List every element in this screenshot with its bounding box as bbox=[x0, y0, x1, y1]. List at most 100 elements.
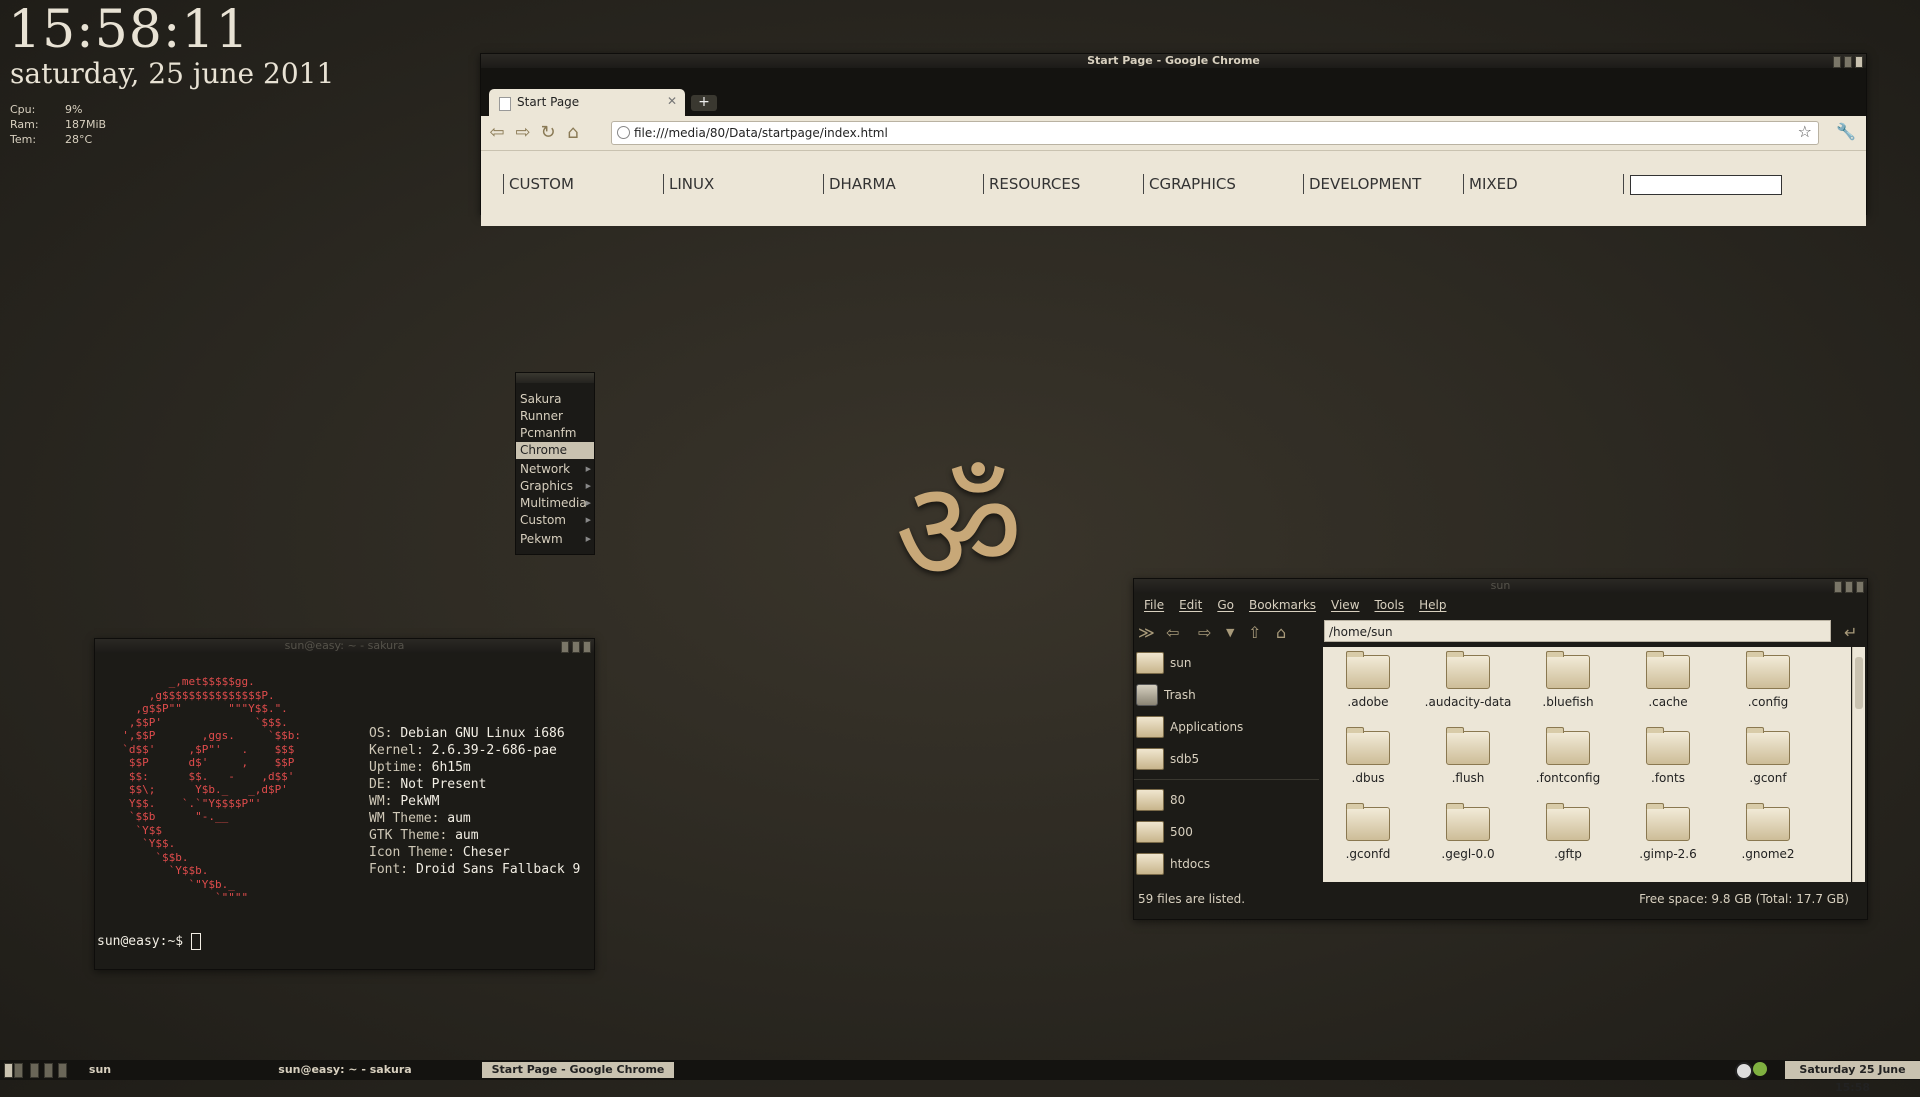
new-tab-button[interactable]: + bbox=[691, 95, 717, 111]
file-item[interactable]: .adobe bbox=[1323, 647, 1413, 717]
fm-titlebar[interactable]: sun bbox=[1134, 579, 1867, 593]
menu-view[interactable]: View bbox=[1331, 598, 1359, 612]
close-button[interactable] bbox=[1855, 56, 1863, 68]
minimize-button[interactable] bbox=[561, 641, 569, 653]
task-sun[interactable]: sun bbox=[70, 1062, 130, 1078]
search-input[interactable] bbox=[1630, 175, 1782, 195]
nav-link-dharma[interactable]: DHARMA bbox=[823, 174, 896, 194]
network-tray-icon[interactable] bbox=[1753, 1062, 1767, 1076]
shell-prompt[interactable]: sun@easy:~$ bbox=[97, 933, 201, 950]
reload-icon[interactable]: ↻ bbox=[538, 123, 558, 143]
nav-link-resources[interactable]: RESOURCES bbox=[983, 174, 1080, 194]
file-item[interactable]: .fonts bbox=[1623, 723, 1713, 793]
menu-item-network[interactable]: Network ▶ bbox=[516, 461, 594, 478]
nav-link-cgraphics[interactable]: CGRAPHICS bbox=[1143, 174, 1236, 194]
menu-edit[interactable]: Edit bbox=[1179, 598, 1202, 612]
menu-item-chrome[interactable]: Chrome bbox=[516, 442, 594, 459]
path-bar[interactable]: /home/sun bbox=[1324, 620, 1831, 642]
scrollbar-thumb[interactable] bbox=[1855, 657, 1863, 709]
file-label: .dbus bbox=[1351, 771, 1385, 785]
file-item[interactable]: .gimp-2.6 bbox=[1623, 799, 1713, 869]
menu-help[interactable]: Help bbox=[1419, 598, 1446, 612]
workspace-3[interactable] bbox=[30, 1063, 39, 1078]
place-trash[interactable]: Trash bbox=[1134, 679, 1319, 711]
file-item[interactable]: .gegl-0.0 bbox=[1423, 799, 1513, 869]
place-applications[interactable]: Applications bbox=[1134, 711, 1319, 743]
menu-item-multimedia[interactable]: Multimedia ▶ bbox=[516, 495, 594, 512]
menu-label-custom: Custom bbox=[520, 513, 566, 527]
menu-item-runner[interactable]: Runner bbox=[516, 408, 594, 425]
maximize-button[interactable] bbox=[1844, 56, 1852, 68]
menu-item-sakura[interactable]: Sakura bbox=[516, 391, 594, 408]
bookmark-500[interactable]: 500 bbox=[1134, 816, 1319, 848]
back-icon[interactable]: ⇦ bbox=[1166, 623, 1179, 642]
conky-stats: Cpu: 9% Ram: 187MiB Tem: 28°C bbox=[10, 102, 106, 147]
tab-label: Start Page bbox=[517, 95, 580, 109]
minimize-button[interactable] bbox=[1833, 56, 1841, 68]
up-icon[interactable]: ⇧ bbox=[1248, 623, 1261, 642]
menu-file[interactable]: File bbox=[1144, 598, 1164, 612]
bookmark-htdocs[interactable]: htdocs bbox=[1134, 848, 1319, 880]
menu-item-pcmanfm[interactable]: Pcmanfm bbox=[516, 425, 594, 442]
back-icon[interactable]: ⇦ bbox=[487, 123, 507, 143]
file-item[interactable]: .bluefish bbox=[1523, 647, 1613, 717]
menu-bookmarks[interactable]: Bookmarks bbox=[1249, 598, 1316, 612]
place-sdb5[interactable]: sdb5 bbox=[1134, 743, 1319, 775]
close-button[interactable] bbox=[1856, 581, 1864, 593]
file-item[interactable]: .dbus bbox=[1323, 723, 1413, 793]
file-item[interactable]: .audacity-data bbox=[1423, 647, 1513, 717]
info-label: OS: bbox=[369, 726, 401, 741]
wrench-icon[interactable]: 🔧 bbox=[1836, 122, 1856, 141]
menu-label-graphics: Graphics bbox=[520, 479, 573, 493]
file-item[interactable]: .fontconfig bbox=[1523, 723, 1613, 793]
nav-link-development[interactable]: DEVELOPMENT bbox=[1303, 174, 1421, 194]
tab-start-page[interactable]: Start Page ✕ bbox=[489, 89, 685, 116]
home-icon[interactable]: ⌂ bbox=[1276, 623, 1286, 642]
tab-close-icon[interactable]: ✕ bbox=[667, 94, 677, 108]
terminal-body[interactable]: _,met$$$$$gg. ,g$$$$$$$$$$$$$$$P. ,g$$P"… bbox=[95, 653, 594, 968]
home-icon[interactable]: ⌂ bbox=[563, 123, 583, 143]
bookmark-80[interactable]: 80 bbox=[1134, 784, 1319, 816]
file-item[interactable]: .gftp bbox=[1523, 799, 1613, 869]
workspace-2[interactable] bbox=[14, 1063, 23, 1078]
forward-icon[interactable]: ⇨ bbox=[513, 123, 533, 143]
file-item[interactable]: .cache bbox=[1623, 647, 1713, 717]
ram-label: Ram: bbox=[10, 118, 39, 131]
nav-link-custom[interactable]: CUSTOM bbox=[503, 174, 574, 194]
settings-tray-icon[interactable] bbox=[1735, 1062, 1753, 1080]
nav-link-mixed[interactable]: MIXED bbox=[1463, 174, 1518, 194]
history-dropdown-icon[interactable]: ▼ bbox=[1226, 626, 1234, 639]
window-buttons bbox=[561, 641, 591, 653]
terminal-titlebar[interactable]: sun@easy: ~ - sakura bbox=[95, 639, 594, 653]
file-item[interactable]: .gconf bbox=[1723, 723, 1813, 793]
bookmark-star-icon[interactable]: ☆ bbox=[1798, 122, 1812, 141]
menu-go[interactable]: Go bbox=[1217, 598, 1234, 612]
nav-link-linux[interactable]: LINUX bbox=[663, 174, 714, 194]
file-item[interactable]: .flush bbox=[1423, 723, 1513, 793]
file-item[interactable]: .config bbox=[1723, 647, 1813, 717]
workspace-1[interactable] bbox=[4, 1063, 13, 1078]
go-icon[interactable]: ↵ bbox=[1844, 623, 1857, 642]
info-value: Cheser bbox=[462, 845, 510, 860]
maximize-button[interactable] bbox=[572, 641, 580, 653]
menu-item-pekwm[interactable]: Pekwm ▶ bbox=[516, 531, 594, 548]
close-button[interactable] bbox=[583, 641, 591, 653]
maximize-button[interactable] bbox=[1845, 581, 1853, 593]
task-chrome[interactable]: Start Page - Google Chrome bbox=[482, 1062, 674, 1078]
new-tab-icon[interactable]: ≫ bbox=[1138, 623, 1155, 642]
place-sun[interactable]: sun bbox=[1134, 647, 1319, 679]
chrome-titlebar[interactable]: Start Page - Google Chrome bbox=[481, 54, 1866, 68]
task-sakura[interactable]: sun@easy: ~ - sakura bbox=[260, 1062, 430, 1078]
menu-tools[interactable]: Tools bbox=[1375, 598, 1405, 612]
minimize-button[interactable] bbox=[1834, 581, 1842, 593]
menu-item-custom[interactable]: Custom ▶ bbox=[516, 512, 594, 529]
menu-item-graphics[interactable]: Graphics ▶ bbox=[516, 478, 594, 495]
address-bar[interactable]: file:///media/80/Data/startpage/index.ht… bbox=[611, 121, 1819, 145]
workspace-4[interactable] bbox=[44, 1063, 53, 1078]
taskbar-clock[interactable]: Saturday 25 June 15:58 bbox=[1785, 1061, 1920, 1094]
file-item[interactable]: .gnome2 bbox=[1723, 799, 1813, 869]
workspace-5[interactable] bbox=[58, 1063, 67, 1078]
file-item[interactable]: .gconfd bbox=[1323, 799, 1413, 869]
file-scrollbar[interactable] bbox=[1852, 647, 1865, 882]
forward-icon[interactable]: ⇨ bbox=[1198, 623, 1211, 642]
